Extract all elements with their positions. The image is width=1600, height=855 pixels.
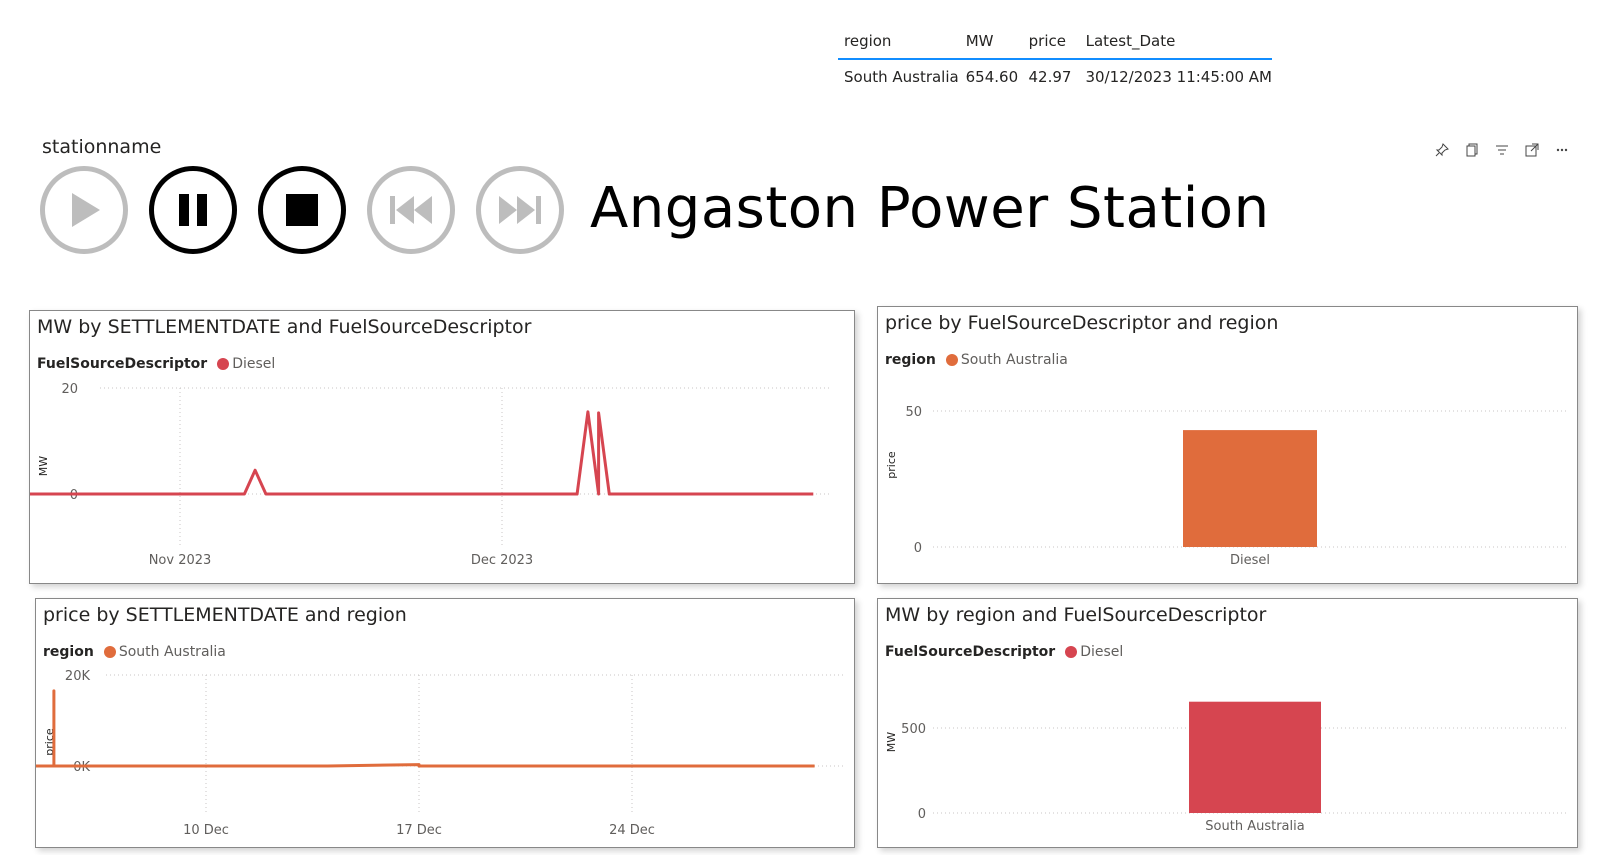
selected-station-name: Angaston Power Station <box>590 176 1270 241</box>
stop-icon <box>286 194 318 226</box>
cell-latest-date: 30/12/2023 11:45:00 AM <box>1085 68 1272 86</box>
col-header-price[interactable]: price <box>1023 32 1080 50</box>
more-options-icon[interactable] <box>1552 140 1572 160</box>
col-header-latest-date[interactable]: Latest_Date <box>1080 32 1272 50</box>
y-axis-label: MW <box>885 732 898 752</box>
slicer-title: stationname <box>42 136 162 158</box>
col-header-mw[interactable]: MW <box>960 32 1023 50</box>
price-line-chart-card[interactable]: price by SETTLEMENTDATE and region regio… <box>35 598 855 848</box>
next-button[interactable] <box>476 166 564 254</box>
price-line-plot: 20K 0K price 10 Dec 17 Dec 24 Dec <box>36 669 846 838</box>
x-tick-label: Dec 2023 <box>471 553 533 568</box>
play-axis-controls <box>40 165 585 255</box>
play-button[interactable] <box>40 166 128 254</box>
previous-icon <box>390 196 432 224</box>
x-category-label: Diesel <box>1230 553 1270 568</box>
mw-bar-plot: 500 0 MW South Australia <box>885 701 1568 834</box>
y-tick-label: 50 <box>905 405 922 420</box>
cell-price: 42.97 <box>1028 68 1072 86</box>
y-axis-label: MW <box>37 456 50 476</box>
south-australia-series-line[interactable] <box>36 689 815 768</box>
x-tick-label: 24 Dec <box>609 823 655 838</box>
col-header-region[interactable]: region <box>838 32 960 50</box>
x-tick-label: Nov 2023 <box>149 553 212 568</box>
next-icon <box>499 196 541 224</box>
pause-button[interactable] <box>149 166 237 254</box>
x-tick-label: 17 Dec <box>396 823 442 838</box>
y-axis-label: price <box>885 451 898 479</box>
x-tick-label: 10 Dec <box>183 823 229 838</box>
copy-icon[interactable] <box>1462 140 1482 160</box>
stop-button[interactable] <box>258 166 346 254</box>
y-tick-label: 0 <box>918 807 926 822</box>
mw-bar-chart-card[interactable]: MW by region and FuelSourceDescriptor Fu… <box>877 598 1578 848</box>
cell-mw: 654.60 <box>965 68 1019 86</box>
pin-icon[interactable] <box>1432 140 1452 160</box>
mw-line-chart-card[interactable]: MW by SETTLEMENTDATE and FuelSourceDescr… <box>29 310 855 584</box>
previous-button[interactable] <box>367 166 455 254</box>
visual-header-toolbar <box>1432 140 1572 160</box>
cell-region: South Australia <box>844 68 959 86</box>
diesel-series-line[interactable] <box>30 410 814 496</box>
bar-south-australia[interactable] <box>1189 701 1321 813</box>
summary-table: region MW price Latest_Date South Austra… <box>838 24 1272 94</box>
focus-mode-icon[interactable] <box>1522 140 1542 160</box>
filter-icon[interactable] <box>1492 140 1512 160</box>
price-bar-plot: 50 0 price Diesel <box>885 405 1568 568</box>
y-tick-label: 20K <box>65 669 91 684</box>
pause-icon <box>179 194 207 226</box>
table-row[interactable]: South Australia 654.60 42.97 30/12/2023 … <box>838 60 1272 94</box>
y-tick-label: 500 <box>901 722 926 737</box>
play-icon <box>72 193 100 227</box>
y-tick-label: 20 <box>61 382 78 397</box>
bar-diesel[interactable] <box>1183 430 1317 547</box>
x-category-label: South Australia <box>1205 819 1304 834</box>
mw-line-plot: 20 0 MW Nov 2023 Dec 2023 <box>30 382 830 568</box>
price-bar-chart-card[interactable]: price by FuelSourceDescriptor and region… <box>877 306 1578 584</box>
y-tick-label: 0 <box>914 541 922 556</box>
table-header: region MW price Latest_Date <box>838 24 1272 60</box>
